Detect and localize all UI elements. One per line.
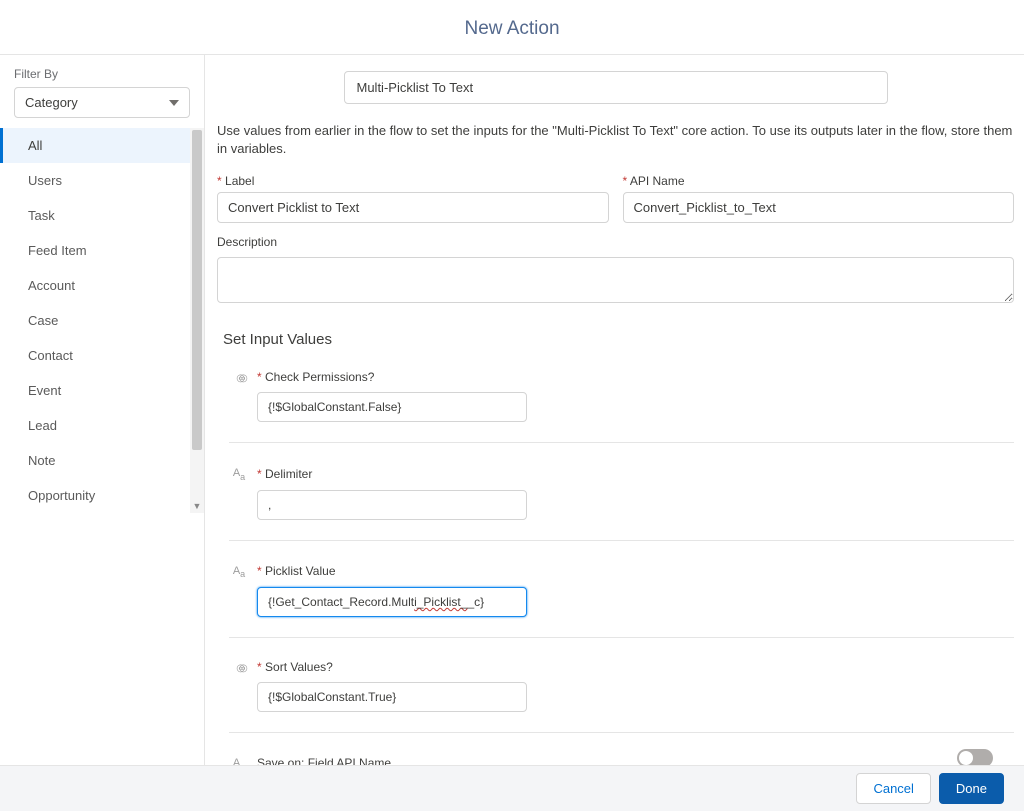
sidebar-item-opportunity[interactable]: Opportunity	[0, 478, 204, 513]
boolean-type-icon	[229, 660, 249, 674]
category-select-value: Category	[25, 95, 78, 110]
input-sort-values: * Sort Values?	[229, 648, 1014, 733]
sidebar-scrollbar[interactable]: ▼	[190, 128, 204, 513]
description-label: Description	[217, 235, 1014, 249]
set-input-values-title: Set Input Values	[223, 331, 1014, 348]
chevron-down-icon	[169, 100, 179, 106]
search-row	[217, 71, 1014, 104]
sidebar-item-all[interactable]: All	[0, 128, 204, 163]
sort-values-input[interactable]	[257, 682, 527, 712]
label-api-row: * Label * API Name	[217, 174, 1014, 223]
sidebar-item-note[interactable]: Note	[0, 443, 204, 478]
input-save-field-api: Save on: Field API Name Don't Include	[229, 743, 1014, 767]
cancel-button[interactable]: Cancel	[856, 773, 930, 804]
category-select[interactable]: Category	[14, 87, 190, 118]
text-type-icon	[229, 465, 249, 481]
label-input[interactable]	[217, 192, 609, 223]
modal-header: New Action	[0, 0, 1024, 55]
sidebar-item-lead[interactable]: Lead	[0, 408, 204, 443]
sidebar-item-account[interactable]: Account	[0, 268, 204, 303]
sidebar-item-users[interactable]: Users	[0, 163, 204, 198]
picklist-value-input[interactable]: {!Get_Contact_Record.Multi_Picklist__c}	[257, 587, 527, 617]
description-row: Description	[217, 235, 1014, 303]
sidebar-scroll-down-icon[interactable]: ▼	[190, 501, 204, 511]
sidebar: Filter By Category All Users Task Feed I…	[0, 55, 205, 767]
modal-footer: Cancel Done	[0, 765, 1024, 811]
input-check-permissions: * Check Permissions?	[229, 358, 1014, 443]
sidebar-item-contact[interactable]: Contact	[0, 338, 204, 373]
modal-body: Filter By Category All Users Task Feed I…	[0, 55, 1024, 767]
filter-by-label: Filter By	[0, 67, 204, 87]
api-name-input[interactable]	[623, 192, 1015, 223]
check-permissions-label: Check Permissions?	[265, 370, 374, 384]
action-search-input[interactable]	[344, 71, 888, 104]
text-type-icon	[229, 563, 249, 579]
sidebar-item-case[interactable]: Case	[0, 303, 204, 338]
sidebar-list: All Users Task Feed Item Account Case Co…	[0, 128, 204, 513]
main-content: Use values from earlier in the flow to s…	[205, 55, 1024, 767]
sidebar-scrollbar-thumb[interactable]	[192, 130, 202, 450]
label-field-label: * Label	[217, 174, 609, 188]
input-picklist-value: * Picklist Value {!Get_Contact_Record.Mu…	[229, 551, 1014, 638]
sidebar-item-feed-item[interactable]: Feed Item	[0, 233, 204, 268]
sidebar-item-event[interactable]: Event	[0, 373, 204, 408]
done-button[interactable]: Done	[939, 773, 1004, 804]
sort-values-label: Sort Values?	[265, 660, 333, 674]
modal-title: New Action	[0, 18, 1024, 40]
instruction-text: Use values from earlier in the flow to s…	[217, 122, 1014, 158]
picklist-value-label: Picklist Value	[265, 564, 335, 578]
delimiter-input[interactable]	[257, 490, 527, 520]
boolean-type-icon	[229, 370, 249, 384]
input-delimiter: * Delimiter	[229, 453, 1014, 540]
api-name-label: * API Name	[623, 174, 1015, 188]
delimiter-label: Delimiter	[265, 467, 312, 481]
check-permissions-input[interactable]	[257, 392, 527, 422]
description-textarea[interactable]	[217, 257, 1014, 303]
sidebar-item-task[interactable]: Task	[0, 198, 204, 233]
